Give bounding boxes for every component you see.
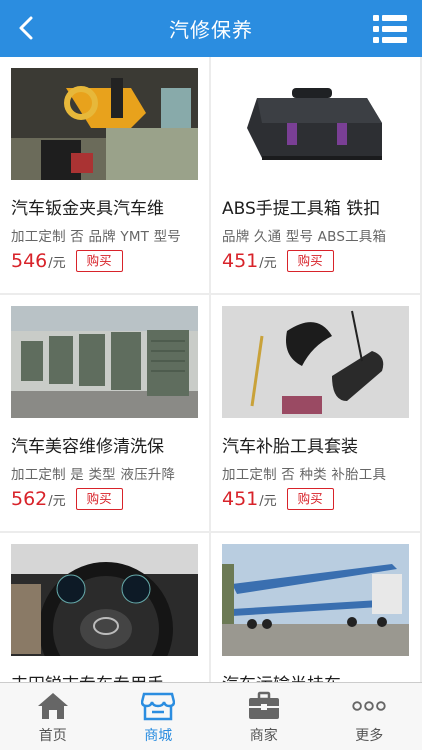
product-card[interactable]: 汽车运输半挂车 bbox=[211, 533, 420, 682]
product-name[interactable]: 汽车运输半挂车 bbox=[222, 670, 412, 682]
price-row: 451 /元 购买 bbox=[222, 488, 334, 512]
product-spec: 加工定制 否 品牌 YMT 型号 bbox=[11, 229, 182, 245]
chevron-left-icon bbox=[19, 16, 33, 40]
product-image-clamp-tool[interactable] bbox=[11, 68, 198, 180]
product-price: 451 bbox=[222, 250, 259, 272]
product-card[interactable]: 丰田锐志专车专用手 bbox=[0, 533, 209, 682]
briefcase-icon bbox=[248, 691, 279, 719]
product-price: 451 bbox=[222, 488, 259, 510]
tab-label: 首页 bbox=[38, 728, 67, 744]
product-name[interactable]: 汽车钣金夹具汽车维 bbox=[11, 194, 201, 219]
bottom-tab-bar: 首页 商城 商家 更多 bbox=[0, 682, 422, 750]
buy-button[interactable]: 购买 bbox=[286, 488, 334, 510]
store-icon bbox=[141, 692, 176, 721]
price-unit: /元 bbox=[48, 256, 66, 271]
tab-home[interactable]: 首页 bbox=[0, 683, 106, 750]
price-row: 451 /元 购买 bbox=[222, 250, 334, 274]
product-image-wash-machines[interactable] bbox=[11, 306, 198, 418]
price-row: 562 /元 购买 bbox=[11, 488, 123, 512]
product-spec: 加工定制 否 种类 补胎工具 bbox=[222, 467, 387, 483]
price-row: 546 /元 购买 bbox=[11, 250, 123, 274]
product-spec: 品牌 久通 型号 ABS工具箱 bbox=[222, 229, 387, 245]
buy-button[interactable]: 购买 bbox=[286, 250, 334, 272]
list-menu-icon bbox=[373, 15, 407, 43]
product-name[interactable]: 汽车美容维修清洗保 bbox=[11, 432, 201, 457]
tab-label: 商城 bbox=[144, 728, 173, 744]
product-price: 546 bbox=[11, 250, 48, 272]
product-price: 562 bbox=[11, 488, 48, 510]
app-header: 汽修保养 bbox=[0, 0, 422, 57]
home-icon bbox=[37, 693, 68, 719]
price-unit: /元 bbox=[48, 494, 66, 509]
product-image-tire-repair-kit[interactable] bbox=[222, 306, 409, 418]
product-image-steering-wheel[interactable] bbox=[11, 544, 198, 656]
tab-label: 商家 bbox=[249, 728, 278, 744]
product-grid: 汽车钣金夹具汽车维 加工定制 否 品牌 YMT 型号 546 /元 购买 ABS… bbox=[0, 57, 422, 682]
product-card[interactable]: 汽车钣金夹具汽车维 加工定制 否 品牌 YMT 型号 546 /元 购买 bbox=[0, 57, 209, 293]
more-icon bbox=[352, 701, 386, 711]
product-name[interactable]: 丰田锐志专车专用手 bbox=[11, 670, 201, 682]
product-image-car-transport-trailer[interactable] bbox=[222, 544, 409, 656]
price-unit: /元 bbox=[259, 256, 277, 271]
tab-label: 更多 bbox=[355, 728, 384, 744]
buy-button[interactable]: 购买 bbox=[75, 250, 123, 272]
back-button[interactable] bbox=[10, 12, 42, 44]
product-spec: 加工定制 是 类型 液压升降 bbox=[11, 467, 176, 483]
product-card[interactable]: 汽车补胎工具套装 加工定制 否 种类 补胎工具 451 /元 购买 bbox=[211, 295, 420, 531]
tab-store[interactable]: 商城 bbox=[106, 683, 212, 750]
product-card[interactable]: 汽车美容维修清洗保 加工定制 是 类型 液压升降 562 /元 购买 bbox=[0, 295, 209, 531]
tab-more[interactable]: 更多 bbox=[317, 683, 422, 750]
product-name[interactable]: 汽车补胎工具套装 bbox=[222, 432, 412, 457]
product-card[interactable]: ABS手提工具箱 铁扣 品牌 久通 型号 ABS工具箱 451 /元 购买 bbox=[211, 57, 420, 293]
page-title: 汽修保养 bbox=[169, 18, 253, 42]
buy-button[interactable]: 购买 bbox=[75, 488, 123, 510]
product-image-tool-case[interactable] bbox=[222, 68, 409, 180]
menu-button[interactable] bbox=[372, 12, 408, 46]
tab-merchants[interactable]: 商家 bbox=[211, 683, 317, 750]
product-name[interactable]: ABS手提工具箱 铁扣 bbox=[222, 194, 412, 219]
price-unit: /元 bbox=[259, 494, 277, 509]
